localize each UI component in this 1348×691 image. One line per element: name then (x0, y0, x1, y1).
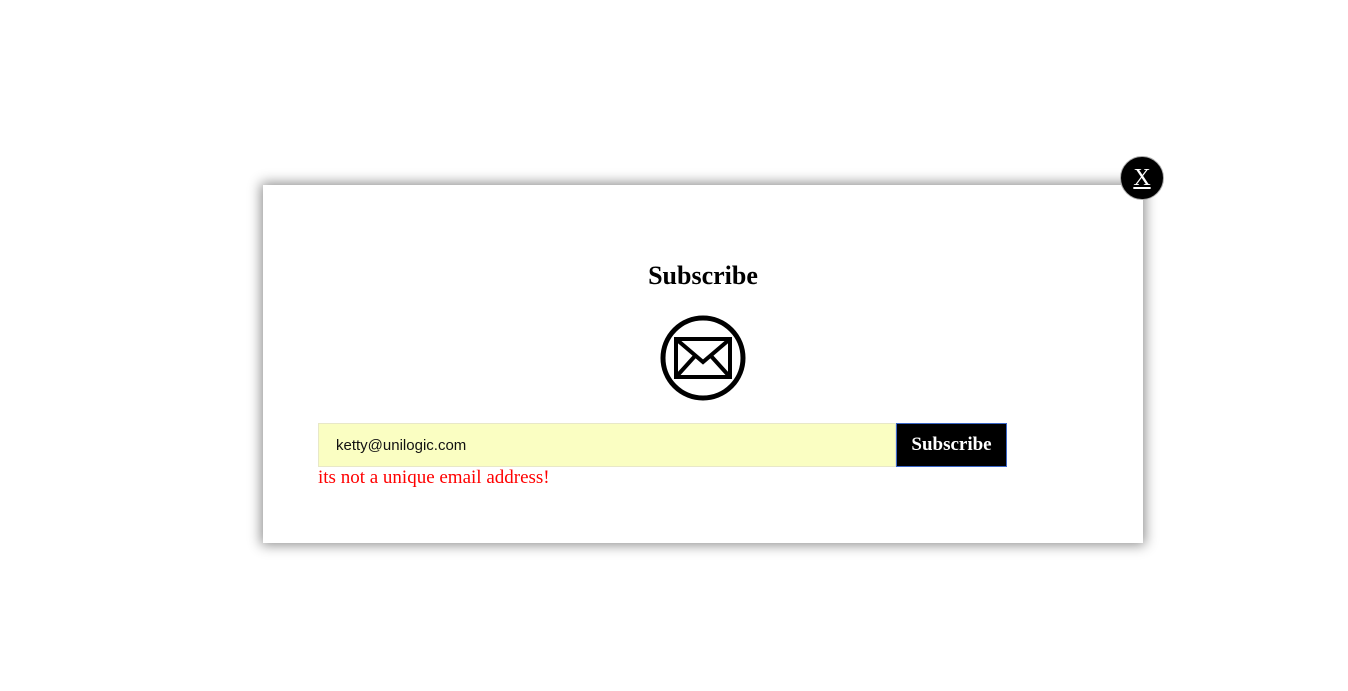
email-input[interactable] (318, 423, 896, 467)
close-button[interactable]: X (1120, 156, 1164, 200)
subscribe-modal: Subscribe Subscribe its not a unique ema… (263, 185, 1143, 543)
error-message: its not a unique email address! (318, 467, 550, 488)
subscribe-button[interactable]: Subscribe (896, 423, 1007, 467)
modal-title: Subscribe (648, 261, 758, 290)
envelope-circle-icon (660, 315, 746, 401)
